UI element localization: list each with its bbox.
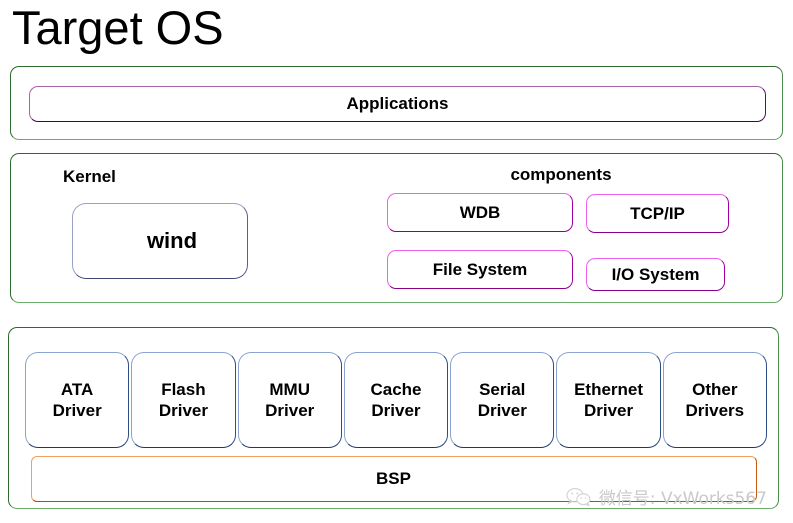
driver-label: Serial Driver: [477, 379, 527, 420]
driver-label: Other Drivers: [685, 379, 745, 420]
driver-box-cache: Cache Driver: [343, 352, 449, 448]
driver-label: Ethernet Driver: [574, 379, 644, 420]
driver-box-mmu: MMU Driver: [237, 352, 342, 448]
driver-label: Flash Driver: [158, 379, 208, 420]
driver-box-ethernet: Ethernet Driver: [556, 352, 661, 448]
driver-label: MMU Driver: [265, 379, 315, 420]
component-box-tcpip: TCP/IP: [586, 194, 729, 233]
bsp-label: BSP: [376, 469, 411, 488]
applications-box: Applications: [29, 86, 766, 122]
driver-box-flash: Flash Driver: [131, 352, 236, 448]
page-title: Target OS: [12, 1, 224, 54]
driver-box-serial: Serial Driver: [450, 352, 555, 448]
bsp-box: BSP: [31, 456, 757, 502]
component-box-file-system: File System: [387, 250, 573, 289]
component-box-io-system: I/O System: [586, 258, 725, 291]
driver-box-ata: ATA Driver: [25, 352, 130, 448]
component-box-wdb: WDB: [387, 193, 573, 232]
driver-box-other: Other Drivers: [662, 352, 767, 448]
components-label: components: [510, 165, 612, 184]
bsp-section: ATA Driver Flash Driver MMU Driver Cache Dri…: [8, 327, 779, 509]
driver-label: ATA Driver: [52, 379, 102, 420]
wind-kernel-box: wind: [72, 203, 248, 279]
driver-label: Cache Driver: [370, 379, 422, 420]
kernel-section: Kernel wind components WDB TCP/IP File S…: [10, 153, 783, 303]
applications-section: Applications: [10, 66, 783, 140]
drivers-row: ATA Driver Flash Driver MMU Driver Cache Dri…: [25, 352, 767, 448]
kernel-label: Kernel: [63, 167, 116, 186]
